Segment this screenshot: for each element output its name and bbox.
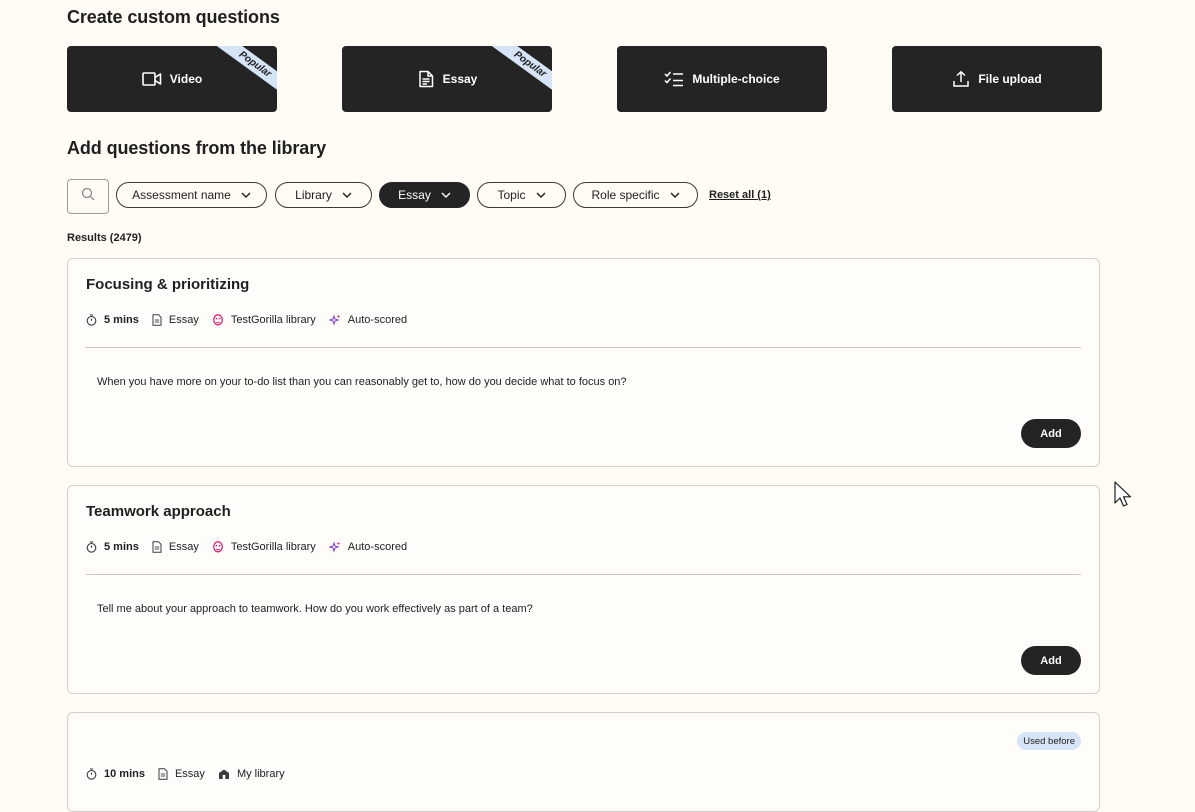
question-card[interactable]: Teamwork approach 5 mins Essay TestGoril…	[67, 485, 1100, 694]
filter-label: Role specific	[591, 188, 660, 202]
reset-all-link[interactable]: Reset all (1)	[709, 189, 771, 201]
scoring-type: Auto-scored	[347, 313, 408, 326]
sparkle-icon	[328, 540, 341, 553]
document-icon	[158, 768, 168, 780]
upload-icon	[952, 70, 970, 88]
used-before-badge: Used before	[1017, 732, 1081, 750]
filter-label: Library	[295, 188, 332, 202]
filter-label: Topic	[497, 188, 526, 202]
filter-library[interactable]: Library	[275, 182, 372, 208]
filter-essay[interactable]: Essay	[379, 182, 470, 208]
chevron-down-icon	[342, 192, 352, 198]
question-card[interactable]: Focusing & prioritizing 5 mins Essay Tes…	[67, 258, 1100, 467]
video-question-button[interactable]: Video Popular	[67, 46, 277, 112]
sparkle-icon	[328, 313, 341, 326]
filter-role-specific[interactable]: Role specific	[573, 182, 698, 208]
add-question-button[interactable]: Add	[1021, 419, 1081, 448]
chevron-down-icon	[670, 192, 680, 198]
filter-label: Assessment name	[132, 188, 231, 202]
question-source: My library	[236, 768, 285, 780]
library-heading: Add questions from the library	[67, 138, 327, 158]
checklist-icon	[664, 71, 684, 87]
file-upload-question-button[interactable]: File upload	[892, 46, 1102, 112]
chevron-down-icon	[241, 192, 251, 198]
custom-questions-heading: Create custom questions	[67, 7, 280, 27]
essay-question-button[interactable]: Essay Popular	[342, 46, 552, 112]
duration: 5 mins	[104, 540, 139, 553]
question-meta: 10 mins Essay My library	[86, 768, 298, 780]
results-count: Results (2479)	[67, 232, 142, 244]
chevron-down-icon	[441, 192, 451, 198]
filter-label: Essay	[398, 188, 431, 202]
add-question-button[interactable]: Add	[1021, 646, 1081, 675]
search-icon	[81, 187, 95, 206]
document-icon	[152, 540, 162, 553]
question-meta: 5 mins Essay TestGorilla library Auto-sc…	[86, 540, 420, 553]
building-icon	[218, 768, 230, 780]
file-upload-label: File upload	[978, 72, 1042, 86]
question-source: TestGorilla library	[230, 313, 316, 326]
multiple-choice-label: Multiple-choice	[692, 72, 780, 86]
multiple-choice-question-button[interactable]: Multiple-choice	[617, 46, 827, 112]
mouse-cursor-icon	[1114, 481, 1134, 514]
gorilla-icon	[212, 313, 224, 326]
video-label: Video	[169, 72, 203, 86]
search-button[interactable]	[67, 179, 109, 214]
chevron-down-icon	[536, 192, 546, 198]
question-title: Focusing & prioritizing	[86, 276, 250, 293]
filter-assessment-name[interactable]: Assessment name	[116, 182, 267, 208]
video-icon	[141, 71, 162, 87]
question-type: Essay	[168, 313, 199, 326]
popular-ribbon: Popular	[213, 46, 277, 98]
duration: 10 mins	[104, 768, 145, 780]
question-card[interactable]: Used before 10 mins Essay My library	[67, 712, 1100, 812]
duration: 5 mins	[104, 313, 139, 326]
divider	[86, 347, 1081, 348]
scoring-type: Auto-scored	[347, 540, 408, 553]
popular-ribbon: Popular	[488, 46, 552, 98]
question-type: Essay	[174, 768, 205, 780]
stopwatch-icon	[86, 313, 97, 326]
document-icon	[417, 70, 435, 88]
question-text: Tell me about your approach to teamwork.…	[97, 603, 533, 615]
filter-topic[interactable]: Topic	[477, 182, 566, 208]
gorilla-icon	[212, 540, 224, 553]
question-meta: 5 mins Essay TestGorilla library Auto-sc…	[86, 313, 420, 326]
document-icon	[152, 313, 162, 326]
stopwatch-icon	[86, 768, 97, 780]
stopwatch-icon	[86, 540, 97, 553]
question-type: Essay	[168, 540, 199, 553]
divider	[86, 574, 1081, 575]
essay-label: Essay	[442, 72, 478, 86]
question-text: When you have more on your to-do list th…	[97, 376, 627, 388]
question-source: TestGorilla library	[230, 540, 316, 553]
question-title: Teamwork approach	[86, 503, 231, 520]
